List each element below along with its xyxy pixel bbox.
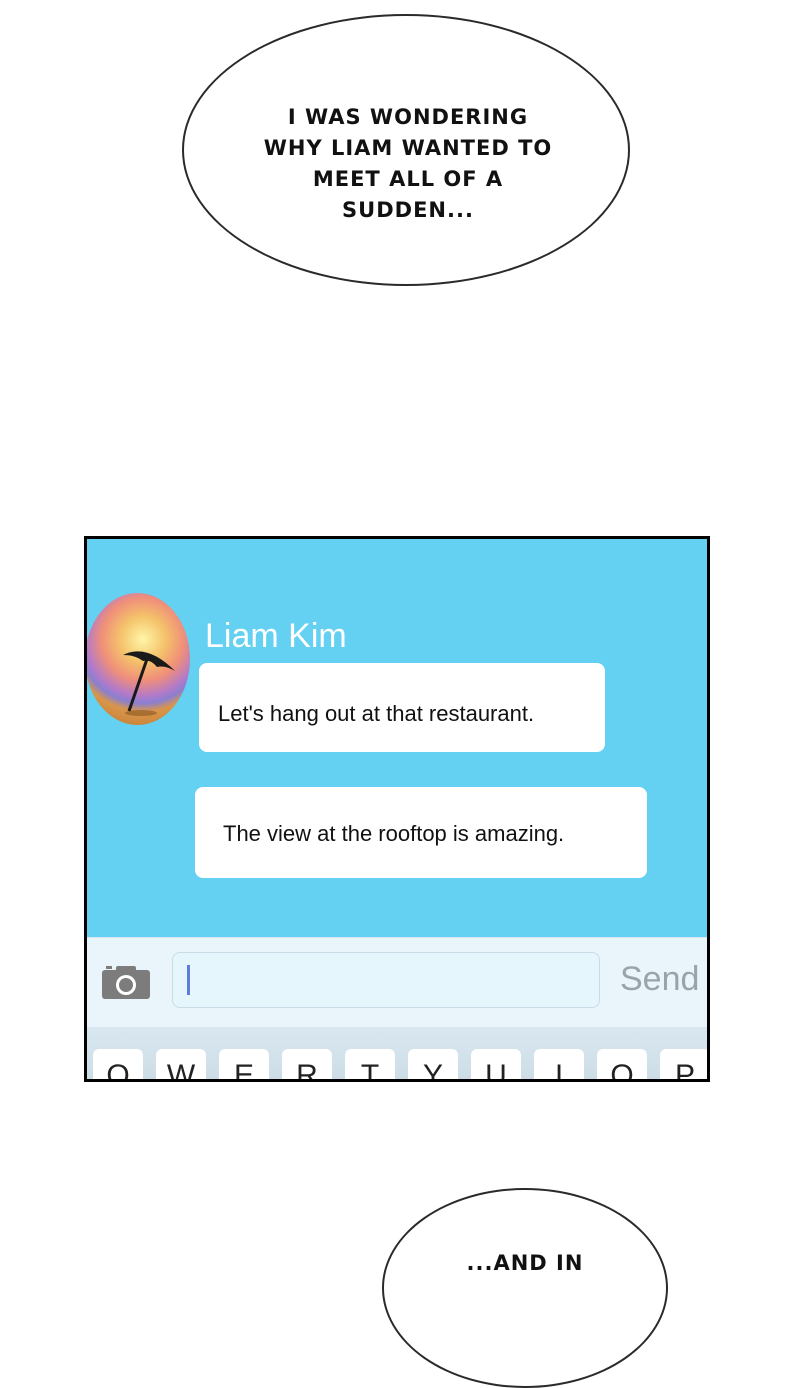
key-r[interactable]: R bbox=[282, 1049, 332, 1082]
speech-bubble-bottom bbox=[382, 1188, 668, 1388]
message-bubble: The view at the rooftop is amazing. bbox=[195, 787, 647, 878]
key-label: U bbox=[485, 1059, 507, 1082]
message-bubble: Let's hang out at that restaurant. bbox=[199, 663, 605, 752]
key-q[interactable]: Q bbox=[93, 1049, 143, 1082]
key-y[interactable]: Y bbox=[408, 1049, 458, 1082]
keyboard: Q W E R T Y U I O P bbox=[87, 1027, 707, 1082]
message-input-bar: Send bbox=[87, 937, 707, 1028]
key-label: T bbox=[360, 1059, 380, 1082]
bubble-line: WHY LIAM WANTED TO bbox=[263, 136, 553, 160]
key-o[interactable]: O bbox=[597, 1049, 647, 1082]
key-t[interactable]: T bbox=[345, 1049, 395, 1082]
key-label: P bbox=[674, 1059, 695, 1082]
key-label: E bbox=[233, 1059, 254, 1082]
key-i[interactable]: I bbox=[534, 1049, 584, 1082]
send-button[interactable]: Send bbox=[620, 960, 699, 999]
key-label: W bbox=[166, 1059, 196, 1082]
key-label: Y bbox=[422, 1059, 443, 1082]
key-label: O bbox=[610, 1059, 634, 1082]
bubble-line: I WAS WONDERING bbox=[287, 105, 529, 129]
key-w[interactable]: W bbox=[156, 1049, 206, 1082]
key-label: I bbox=[554, 1059, 564, 1082]
bubble-line: MEET ALL OF A bbox=[312, 167, 504, 191]
text-caret bbox=[187, 965, 190, 995]
camera-icon[interactable] bbox=[101, 964, 151, 1000]
key-label: Q bbox=[106, 1059, 130, 1082]
bubble-line: SUDDEN... bbox=[342, 198, 474, 222]
key-u[interactable]: U bbox=[471, 1049, 521, 1082]
beach-umbrella-icon bbox=[123, 651, 175, 716]
avatar[interactable] bbox=[87, 593, 190, 725]
speech-bubble-bottom-text: ...AND IN bbox=[466, 1251, 584, 1275]
key-e[interactable]: E bbox=[219, 1049, 269, 1082]
key-label: R bbox=[296, 1059, 318, 1082]
message-text: Let's hang out at that restaurant. bbox=[218, 701, 535, 726]
contact-name: Liam Kim bbox=[205, 617, 347, 655]
message-input[interactable] bbox=[172, 952, 600, 1008]
message-text: The view at the rooftop is amazing. bbox=[223, 821, 565, 846]
key-p[interactable]: P bbox=[660, 1049, 707, 1082]
speech-bubble-top-text: I WAS WONDERING WHY LIAM WANTED TO MEET … bbox=[230, 102, 586, 226]
chat-panel: Liam Kim Let's hang out at that restaura… bbox=[84, 536, 710, 1082]
